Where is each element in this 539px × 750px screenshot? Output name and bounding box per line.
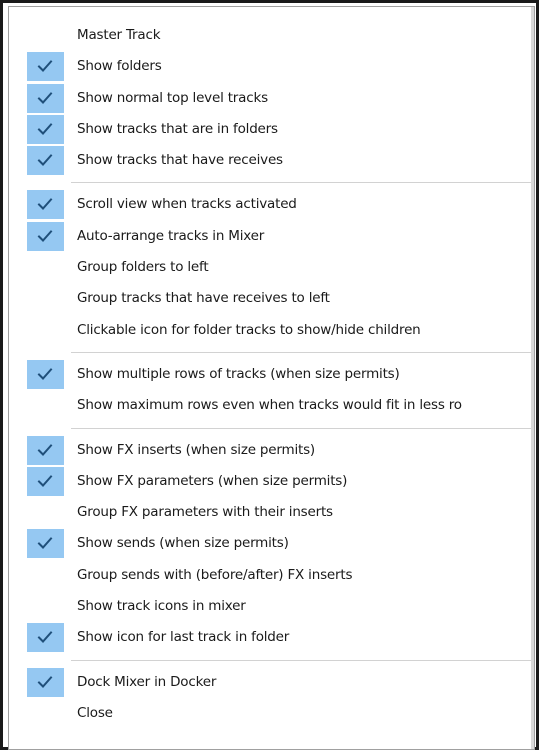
menu-item-show-multiple-rows-of-tracks-when-size-permits[interactable]: Show multiple rows of tracks (when size … <box>9 359 534 390</box>
checkmark-icon <box>27 52 64 82</box>
menu-item-label: Show FX parameters (when size permits) <box>77 472 348 489</box>
menu-item-show-normal-top-level-tracks[interactable]: Show normal top level tracks <box>9 83 534 114</box>
menu-item-label: Close <box>77 704 113 721</box>
menu-item-label: Group FX parameters with their inserts <box>77 504 333 521</box>
menu-item-label: Show normal top level tracks <box>77 89 268 106</box>
menu-top-padding <box>9 7 534 20</box>
menu-item-dock-mixer-in-docker[interactable]: Dock Mixer in Docker <box>9 667 534 698</box>
checkmark-icon <box>27 190 64 220</box>
checkmark-icon <box>27 146 64 176</box>
checkmark-icon <box>27 114 64 144</box>
menu-item-label: Show multiple rows of tracks (when size … <box>77 365 400 382</box>
menu-separator <box>9 654 534 667</box>
menu-item-label: Clickable icon for folder tracks to show… <box>77 321 421 338</box>
menu-separator <box>9 176 534 189</box>
menu-item-label: Show sends (when size permits) <box>77 535 289 552</box>
menu-item-show-fx-parameters-when-size-permits[interactable]: Show FX parameters (when size permits) <box>9 466 534 497</box>
menu-item-label: Master Track <box>77 27 161 43</box>
menu-items-container: Master Track Show folders Show normal top … <box>9 20 534 729</box>
menu-item-group-tracks-that-have-receives-to-left[interactable]: Group tracks that have receives to left <box>9 283 534 314</box>
menu-item-label: Scroll view when tracks activated <box>77 196 297 213</box>
checkmark-icon <box>27 221 64 251</box>
menu-item-label: Show icon for last track in folder <box>77 629 290 646</box>
checkmark-icon <box>27 435 64 465</box>
menu-item-show-folders[interactable]: Show folders <box>9 51 534 82</box>
menu-item-label: Dock Mixer in Docker <box>77 673 217 690</box>
menu-item-label: Group tracks that have receives to left <box>77 290 330 307</box>
menu-item-show-maximum-rows-even-when-tracks-would-fit-in-less-ro[interactable]: Show maximum rows even when tracks would… <box>9 390 534 421</box>
menu-item-group-fx-parameters-with-their-inserts[interactable]: Group FX parameters with their inserts <box>9 497 534 528</box>
menu-item-auto-arrange-tracks-in-mixer[interactable]: Auto-arrange tracks in Mixer <box>9 221 534 252</box>
menu-item-label: Show tracks that have receives <box>77 152 283 169</box>
menu-item-show-fx-inserts-when-size-permits[interactable]: Show FX inserts (when size permits) <box>9 435 534 466</box>
menu-right-edge <box>531 7 534 749</box>
checkmark-icon <box>27 83 64 113</box>
checkmark-icon <box>27 466 64 496</box>
checkmark-icon <box>27 359 64 389</box>
context-menu: Master Track Show folders Show normal top … <box>8 6 535 750</box>
menu-item-label: Show maximum rows even when tracks would… <box>77 397 462 414</box>
menu-item-close[interactable]: Close <box>9 698 534 729</box>
menu-item-label: Group sends with (before/after) FX inser… <box>77 566 353 583</box>
menu-item-show-sends-when-size-permits[interactable]: Show sends (when size permits) <box>9 528 534 559</box>
menu-item-label: Show folders <box>77 58 162 75</box>
menu-item-label: Auto-arrange tracks in Mixer <box>77 227 265 244</box>
menu-item-master-track[interactable]: Master Track <box>9 20 534 51</box>
menu-item-scroll-view-when-tracks-activated[interactable]: Scroll view when tracks activated <box>9 189 534 220</box>
checkmark-icon <box>27 623 64 653</box>
menu-item-label: Show track icons in mixer <box>77 598 246 615</box>
menu-item-show-tracks-that-have-receives[interactable]: Show tracks that have receives <box>9 145 534 176</box>
menu-item-group-folders-to-left[interactable]: Group folders to left <box>9 252 534 283</box>
menu-item-show-icon-for-last-track-in-folder[interactable]: Show icon for last track in folder <box>9 622 534 653</box>
checkmark-icon <box>27 529 64 559</box>
menu-item-clickable-icon-for-folder-tracks-to-show-hide-children[interactable]: Clickable icon for folder tracks to show… <box>9 315 534 346</box>
menu-item-label: Show FX inserts (when size permits) <box>77 441 316 458</box>
menu-separator <box>9 346 534 359</box>
checkmark-icon <box>27 667 64 697</box>
window-frame: Master Track Show folders Show normal top … <box>0 0 539 750</box>
menu-item-show-track-icons-in-mixer[interactable]: Show track icons in mixer <box>9 591 534 622</box>
menu-separator <box>9 422 534 435</box>
menu-item-group-sends-with-before-after-fx-inserts[interactable]: Group sends with (before/after) FX inser… <box>9 560 534 591</box>
menu-item-label: Group folders to left <box>77 259 209 276</box>
menu-item-label: Show tracks that are in folders <box>77 120 278 137</box>
menu-item-show-tracks-that-are-in-folders[interactable]: Show tracks that are in folders <box>9 114 534 145</box>
